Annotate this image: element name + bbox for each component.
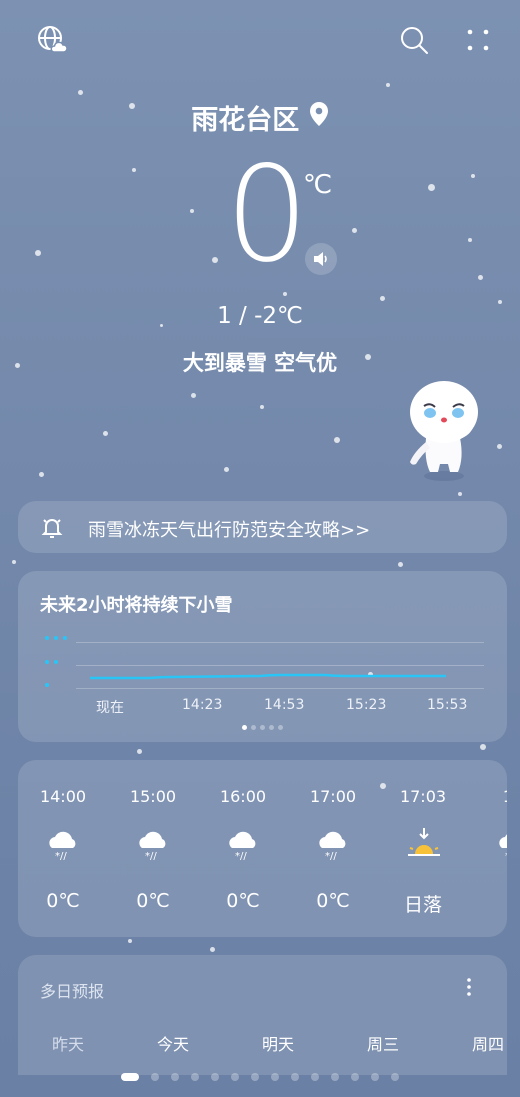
- svg-text:*//: *//: [235, 851, 247, 862]
- hour-time: 18: [468, 787, 507, 806]
- hour-temperature: 0: [468, 890, 508, 912]
- time-label: 现在: [96, 700, 124, 716]
- search-icon[interactable]: [398, 24, 430, 56]
- card-page-indicator: [18, 725, 507, 730]
- more-options-icon[interactable]: [464, 977, 474, 1001]
- time-label: 14:53: [264, 697, 305, 713]
- hour-temperature: 0℃: [136, 890, 170, 912]
- hour-time: 17:00: [309, 787, 357, 806]
- hour-time: 16:00: [219, 787, 267, 806]
- hourly-item[interactable]: 18 *// 0: [468, 760, 507, 937]
- hour-temperature: 0℃: [226, 890, 260, 912]
- hourly-item[interactable]: 16:00 *// 0℃: [198, 760, 288, 937]
- chart-gridline: [76, 688, 484, 689]
- svg-text:*//: *//: [325, 851, 337, 862]
- location-pin-icon: [309, 102, 329, 134]
- day-label[interactable]: 周三: [367, 1031, 399, 1055]
- current-temperature: 0: [225, 138, 309, 292]
- chart-gridline: [76, 642, 484, 643]
- hourly-forecast-card[interactable]: 14:00 *// 0℃ 15:00 *// 0℃ 16:00 *// 0℃ 1…: [18, 760, 507, 937]
- weather-alert-banner[interactable]: 雨雪冰冻天气出行防范安全攻略>>: [18, 501, 507, 553]
- chart-gridline: [76, 665, 484, 666]
- sunset-label: 日落: [403, 894, 442, 916]
- sunset-icon: [406, 826, 442, 862]
- day-label[interactable]: 明天: [262, 1031, 294, 1055]
- svg-text:*//: *//: [145, 851, 157, 862]
- snow-medium-level-icon: [44, 651, 70, 670]
- precipitation-title: 未来2小时将持续下小雪: [40, 595, 233, 616]
- snow-light-level-icon: [44, 674, 70, 693]
- day-label[interactable]: 周四: [472, 1031, 504, 1055]
- precipitation-forecast-card[interactable]: 未来2小时将持续下小雪 现在 14:23 14:53 15:23 15:53: [18, 571, 507, 742]
- snow-cloud-icon: *//: [46, 826, 82, 862]
- day-label[interactable]: 今天: [157, 1031, 189, 1055]
- snow-cloud-icon: *//: [226, 826, 262, 862]
- temperature-unit: ℃: [303, 170, 333, 200]
- alarm-bell-icon: [40, 515, 64, 543]
- day-label[interactable]: 昨天: [52, 1031, 84, 1055]
- snow-heavy-level-icon: [44, 627, 70, 646]
- location-name: 雨花台区: [191, 105, 300, 136]
- weather-condition: 大到暴雪 空气优: [182, 351, 338, 375]
- precipitation-line: [90, 673, 446, 680]
- snow-cloud-icon: *//: [136, 826, 172, 862]
- hourly-item[interactable]: 17:03 日落: [378, 760, 468, 937]
- time-label: 15:53: [427, 697, 468, 713]
- hourly-item[interactable]: 17:00 *// 0℃: [288, 760, 378, 937]
- hour-time: 15:00: [129, 787, 177, 806]
- hour-time: 14:00: [39, 787, 87, 806]
- more-grid-icon[interactable]: [462, 24, 494, 56]
- hourly-item[interactable]: 14:00 *// 0℃: [18, 760, 108, 937]
- hourly-item[interactable]: 15:00 *// 0℃: [108, 760, 198, 937]
- snow-cloud-icon: *//: [496, 826, 507, 862]
- globe-cloud-icon[interactable]: [36, 24, 68, 56]
- daily-forecast-card[interactable]: 多日预报 昨天 今天 明天 周三 周四: [18, 955, 507, 1075]
- hour-temperature: 0℃: [46, 890, 80, 912]
- svg-text:*//: *//: [55, 851, 67, 862]
- speaker-icon[interactable]: [305, 243, 337, 275]
- daily-forecast-title: 多日预报: [40, 982, 105, 1001]
- snow-cloud-icon: *//: [316, 826, 352, 862]
- svg-text:*//: *//: [505, 851, 507, 862]
- time-label: 15:23: [346, 697, 387, 713]
- alert-text: 雨雪冰冻天气出行防范安全攻略>>: [88, 520, 371, 541]
- high-low-temperature: 1 / -2℃: [217, 303, 303, 329]
- hour-time: 17:03: [399, 787, 447, 806]
- city-page-indicator[interactable]: [0, 1073, 520, 1081]
- location-title[interactable]: 雨花台区: [0, 98, 520, 137]
- hour-temperature: 0℃: [316, 890, 350, 912]
- mascot-figure: [404, 376, 482, 490]
- time-label: 14:23: [182, 697, 223, 713]
